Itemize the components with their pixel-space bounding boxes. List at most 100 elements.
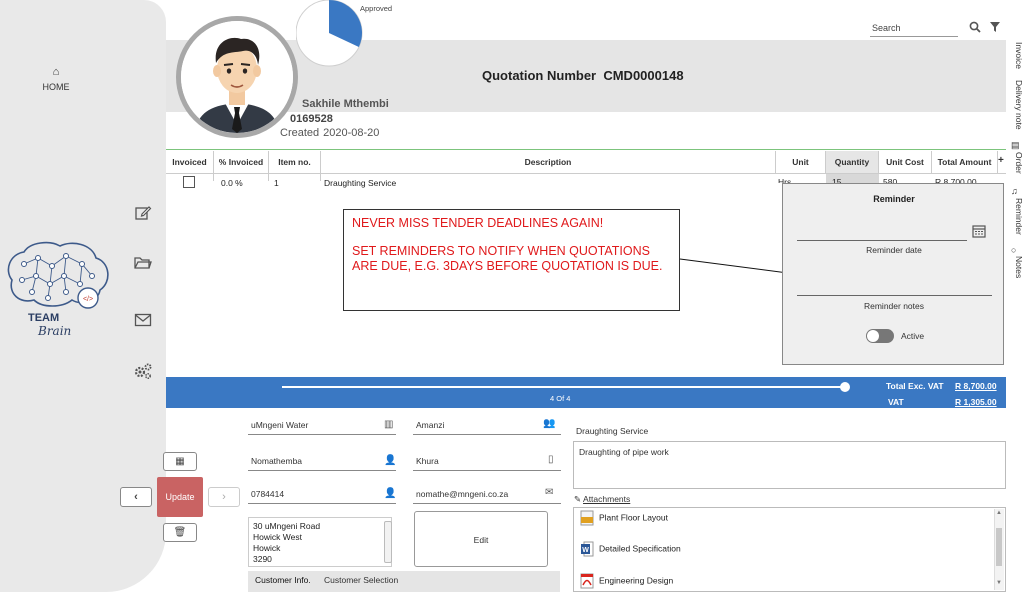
tab-notes[interactable]: Notes [1008,256,1024,278]
cell-description[interactable]: Draughting Service [324,178,396,188]
reminder-notes-label: Reminder notes [863,301,924,311]
customer-name: Sakhile Mthembi [302,98,389,110]
active-toggle[interactable] [866,329,894,343]
delete-button[interactable]: 🗑 [163,523,197,542]
prev-button[interactable]: ‹ [120,487,152,507]
col-header-description[interactable]: Description [321,151,776,173]
user-icon: 👤 [384,455,397,466]
col-header-item-no[interactable]: Item no. [269,151,321,173]
field-underline [248,434,396,435]
tab-customer-selection[interactable]: Customer Selection [324,575,398,585]
col-header-percent-invoiced[interactable]: % Invoiced [214,151,269,173]
attachment-name: Detailed Specification [599,543,681,554]
col-header-total-amount[interactable]: Total Amount [932,151,998,173]
trash-icon: 🗑 [173,527,187,538]
calendar-icon: ▦ [175,456,185,467]
callout-line-1: NEVER MISS TENDER DEADLINES AGAIN! [352,216,604,230]
tab-customer-info[interactable]: Customer Info. [255,575,311,585]
mail-icon[interactable] [132,313,154,333]
group-field[interactable]: Amanzi [416,420,444,430]
search-icon[interactable] [969,21,981,35]
paperclip-icon: ✎ [574,494,582,504]
tab-reminder[interactable]: Reminder [1008,198,1024,235]
callout-line-2: SET REMINDERS TO NOTIFY WHEN QUOTATIONS … [352,244,663,273]
invoiced-checkbox[interactable] [183,176,195,188]
home-icon: ⌂ [52,66,60,78]
pager-label: 4 Of 4 [550,394,571,403]
edit-icon[interactable] [132,204,154,224]
chevron-left-icon: ‹ [134,491,138,503]
title-label: Quotation Number [482,68,597,83]
email-field[interactable]: nomathe@mngeni.co.za [416,489,508,499]
logo-team-text: TEAM [28,312,60,324]
word-file-icon: W [581,541,594,557]
tab-invoice[interactable]: Invoice [1008,42,1024,69]
table-header-divider [166,173,1006,174]
col-header-unit[interactable]: Unit [776,151,826,173]
active-label: Active [901,331,925,341]
next-button[interactable]: › [208,487,240,507]
attachments-scroll-thumb[interactable] [996,528,1002,566]
vat-value: R 1,305.00 [955,397,997,407]
svg-text:W: W [582,547,589,554]
calendar-icon[interactable] [972,224,986,240]
field-underline [248,503,396,504]
settings-gears-icon[interactable] [132,362,154,382]
calendar-button[interactable]: ▦ [163,452,197,471]
surname-field[interactable]: Khura [416,456,439,466]
field-underline [413,434,561,435]
table-top-border [166,149,1006,150]
description-title[interactable]: Draughting Service [576,426,648,436]
update-button[interactable]: Update [157,477,203,517]
pager-slider-handle[interactable] [840,382,850,392]
scroll-up-arrow-icon[interactable]: ▲ [996,510,1002,516]
promo-callout: NEVER MISS TENDER DEADLINES AGAIN! SET R… [343,209,680,311]
scroll-down-arrow-icon[interactable]: ▼ [996,580,1002,586]
edit-button[interactable]: Edit [414,511,548,567]
created-label: Created [280,127,320,139]
pager-bar [166,377,1006,408]
description-textarea[interactable]: Draughting of pipe work [573,441,1006,489]
field-underline [248,470,396,471]
customer-avatar[interactable] [176,16,298,138]
field-underline [413,503,561,504]
pager-slider-track[interactable] [282,386,846,388]
filter-icon[interactable] [990,22,1000,34]
attachment-item[interactable]: Engineering Design [580,573,673,589]
reminder-notes-input[interactable] [797,295,992,296]
logo-brain-text: Brain [38,324,72,338]
attachment-name: Engineering Design [599,575,674,586]
address-textarea[interactable]: 30 uMngeni Road Howick West Howick 3290 [248,517,392,567]
col-header-invoiced[interactable]: Invoiced [166,151,214,173]
order-icon: ▤ [1011,140,1020,150]
attachment-item[interactable]: W Detailed Specification [580,541,681,557]
tab-order[interactable]: Order [1008,152,1024,174]
home-label: HOME [42,82,70,92]
toggle-knob [867,330,879,342]
total-excl-value: R 8,700.00 [955,381,997,391]
first-name-field[interactable]: Nomathemba [251,456,302,466]
building-icon: ▥ [384,419,394,430]
col-header-quantity[interactable]: Quantity [826,151,879,173]
phone-field[interactable]: 0784414 [251,489,284,499]
created-date: 2020-08-20 [323,127,380,139]
attachment-item[interactable]: Plant Floor Layout [580,510,668,526]
folder-icon[interactable] [132,255,154,275]
home-nav-item[interactable]: ⌂ HOME [38,66,74,92]
team-brain-logo: </> TEAM Brain [2,240,114,340]
customer-number: 0169528 [290,113,333,125]
reminder-date-input[interactable] [797,240,967,241]
add-row-icon[interactable]: + [998,155,1004,166]
search-input[interactable]: Search [872,23,901,33]
reminder-date-label: Reminder date [866,245,922,255]
total-excl-label: Total Exc. VAT [886,381,944,391]
approved-pie-chart [296,0,363,67]
col-header-unit-cost[interactable]: Unit Cost [879,151,932,173]
attachments-header[interactable]: ✎ Attachments [574,494,630,505]
users-icon: 👥 [543,418,556,429]
chevron-right-icon: › [222,491,226,503]
field-underline [413,470,561,471]
company-field[interactable]: uMngeni Water [251,420,308,430]
tab-delivery-note[interactable]: Delivery note [1008,80,1024,130]
address-scrollbar[interactable] [384,521,392,563]
